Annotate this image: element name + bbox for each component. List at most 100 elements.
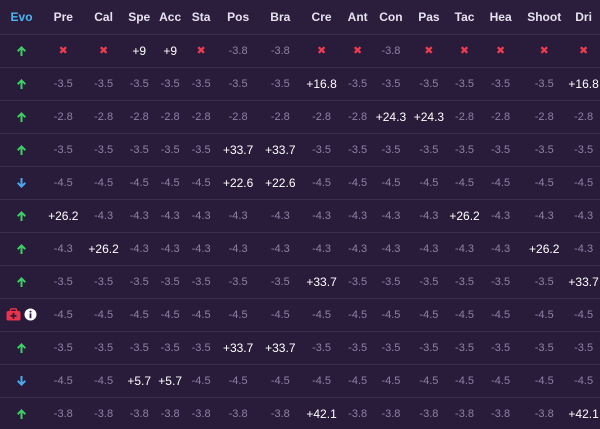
stat-value: -3.5 [348, 77, 368, 90]
column-header-cre[interactable]: Cre [301, 0, 342, 34]
table-row[interactable]: ✖ ✖ +9 +9 ✖ -3.8 -3.8 ✖ ✖ -3.8 ✖ ✖ ✖ ✖ ✖ [0, 34, 600, 68]
cross-icon: ✖ [353, 45, 363, 57]
stat-value: -4.5 [53, 176, 73, 189]
stat-value: -2.8 [312, 110, 332, 123]
table-row[interactable]: -3.8 -3.8 -3.8 -3.8 -3.8 -3.8 -3.8 +42.1 -3.8 -3.… [0, 397, 600, 429]
stat-value: -4.5 [160, 176, 180, 189]
stat-value: -4.5 [94, 176, 114, 189]
cross-icon: ✖ [578, 45, 589, 57]
stat-value: -4.3 [419, 242, 439, 255]
stat-value: -3.5 [94, 77, 114, 90]
stat-value: +26.2 [449, 208, 480, 223]
stat-value: -4.3 [574, 242, 594, 255]
column-header-acc[interactable]: Acc [155, 0, 186, 34]
stat-value: -3.5 [348, 341, 368, 354]
column-header-con[interactable]: Con [373, 0, 409, 34]
stat-value: -4.5 [455, 176, 475, 189]
info-icon[interactable] [24, 308, 37, 321]
stat-value: -4.5 [312, 308, 332, 321]
stat-value: -3.5 [53, 341, 73, 354]
stat-value: -3.8 [191, 407, 211, 420]
table-row[interactable]: -4.5 -4.5 -4.5 -4.5 -4.5 +22.6 +22.6 -4.5 -4.5 -4… [0, 166, 600, 200]
stat-value: -4.3 [160, 209, 180, 222]
stat-value: +33.7 [306, 274, 337, 289]
stat-value: +33.7 [222, 142, 254, 157]
stat-value: -3.8 [160, 407, 180, 420]
stat-value: -3.5 [455, 77, 475, 90]
column-header-pas[interactable]: Pas [409, 0, 449, 34]
column-header-tac[interactable]: Tac [449, 0, 480, 34]
stat-value: -3.5 [574, 143, 594, 156]
column-header-evo[interactable]: Evo [0, 0, 43, 34]
stat-value: -3.5 [419, 341, 439, 354]
stat-value: -4.5 [574, 308, 594, 321]
stat-value: -4.3 [160, 242, 180, 255]
stat-value: -4.5 [381, 176, 401, 189]
column-header-spe[interactable]: Spe [124, 0, 155, 34]
arrow-up-icon [0, 331, 43, 364]
arrow-up-icon [0, 232, 43, 265]
table-row[interactable]: -4.5 -4.5 +5.7 +5.7 -4.5 -4.5 -4.5 -4.5 -4.5 -4.5… [0, 364, 600, 398]
stat-value: -4.5 [312, 374, 332, 387]
stat-value: -4.5 [455, 374, 475, 387]
stat-value: -3.8 [270, 44, 290, 57]
stat-value: -3.5 [455, 275, 475, 288]
stat-value: -3.8 [381, 407, 401, 420]
table-header: Evo Pre Cal Spe Acc Sta Pos Bra Cre Ant Con Pas Tac H… [0, 0, 600, 35]
stat-value: -3.8 [270, 407, 290, 420]
arrow-up-icon [0, 265, 43, 298]
stat-value: -3.5 [129, 143, 149, 156]
stat-value: -3.5 [381, 77, 401, 90]
stat-value: -3.5 [348, 275, 368, 288]
column-header-pos[interactable]: Pos [217, 0, 260, 34]
table-row[interactable]: -3.5 -3.5 -3.5 -3.5 -3.5 -3.5 -3.5 +33.7 -3.5 -3.… [0, 265, 600, 299]
column-header-bra[interactable]: Bra [260, 0, 301, 34]
stat-value: -3.5 [94, 341, 114, 354]
column-header-cal[interactable]: Cal [83, 0, 123, 34]
table-row[interactable]: +26.2 -4.3 -4.3 -4.3 -4.3 -4.3 -4.3 -4.3 -4.3 -4.… [0, 199, 600, 233]
stat-value: -3.8 [381, 44, 401, 57]
stat-value: -3.5 [381, 341, 401, 354]
stat-value: +33.7 [222, 340, 254, 355]
stat-value: -3.5 [491, 275, 511, 288]
stat-value: -3.5 [228, 77, 248, 90]
stat-value: +42.1 [568, 406, 599, 421]
cross-icon: ✖ [98, 45, 109, 57]
table-row[interactable]: -3.5 -3.5 -3.5 -3.5 -3.5 +33.7 +33.7 -3.5 -3.5 -3… [0, 133, 600, 167]
table-row[interactable]: -4.5 -4.5 -4.5 -4.5 -4.5 -4.5 -4.5 -4.5 -4.5 -4.5… [0, 298, 600, 332]
table-row[interactable]: -3.5 -3.5 -3.5 -3.5 -3.5 -3.5 -3.5 +16.8 -3.5 -3.… [0, 67, 600, 101]
stat-value: -4.3 [129, 209, 149, 222]
arrow-up-icon [0, 199, 43, 232]
stat-value: -2.8 [228, 110, 248, 123]
stat-value: +33.7 [265, 340, 296, 355]
column-header-sta[interactable]: Sta [186, 0, 217, 34]
column-header-pre[interactable]: Pre [43, 0, 83, 34]
stat-value: +9 [132, 43, 147, 58]
table-row[interactable]: -2.8 -2.8 -2.8 -2.8 -2.8 -2.8 -2.8 -2.8 -2.8 +24.… [0, 100, 600, 134]
stat-value: -2.8 [270, 110, 290, 123]
column-header-ant[interactable]: Ant [342, 0, 373, 34]
column-header-hea[interactable]: Hea [480, 0, 521, 34]
stat-value: -4.5 [419, 374, 439, 387]
stat-value: -3.8 [491, 407, 511, 420]
stat-value: -3.8 [419, 407, 439, 420]
stat-value: -4.5 [419, 176, 439, 189]
stat-value: -3.5 [312, 143, 332, 156]
stat-value: +24.3 [375, 109, 407, 124]
table-row[interactable]: -4.3 +26.2 -4.3 -4.3 -4.3 -4.3 -4.3 -4.3 -4.3 -4.… [0, 232, 600, 266]
stat-value: -3.5 [348, 143, 368, 156]
stat-value: -4.3 [419, 209, 439, 222]
table-row[interactable]: -3.5 -3.5 -3.5 -3.5 -3.5 +33.7 +33.7 -3.5 -3.5 -3… [0, 331, 600, 365]
stat-value: -4.5 [534, 374, 554, 387]
column-header-dri[interactable]: Dri [567, 0, 600, 34]
stat-value: -4.3 [491, 209, 511, 222]
stat-value: -2.8 [348, 110, 368, 123]
stat-value: -3.5 [455, 341, 475, 354]
stat-value: +16.8 [568, 76, 599, 91]
stat-value: +24.3 [413, 109, 445, 124]
stat-value: -3.5 [53, 77, 73, 90]
stat-value: -4.3 [312, 209, 332, 222]
column-header-shoot[interactable]: Shoot [521, 0, 567, 34]
stat-value: -4.3 [228, 242, 248, 255]
cross-icon: ✖ [316, 45, 327, 57]
